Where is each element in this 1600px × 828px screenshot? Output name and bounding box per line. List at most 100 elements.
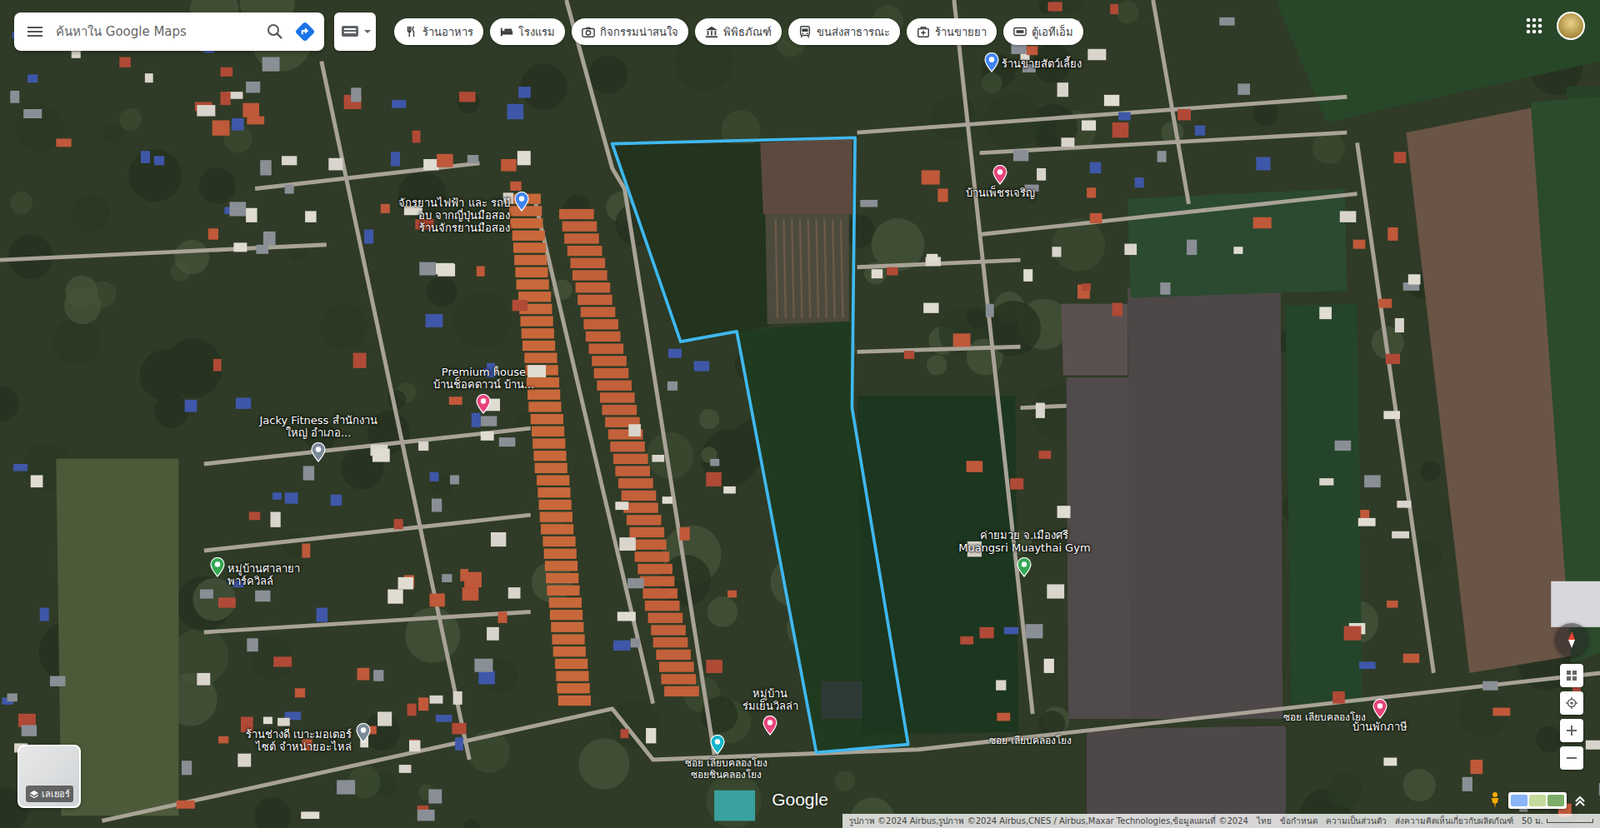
place-label[interactable]: หมู่บ้านร่มเย็นวิลล่า	[742, 687, 799, 713]
place-label[interactable]: ร้านขายสัตว์เลี้ยง	[1001, 57, 1082, 70]
pharmacy-icon	[916, 25, 930, 39]
imagery-thumbnails[interactable]	[1508, 792, 1567, 810]
thumbnail[interactable]	[1529, 795, 1546, 807]
menu-icon	[25, 22, 45, 41]
place-pin-icon	[475, 394, 491, 415]
minus-icon	[1565, 751, 1579, 765]
place-label-line: Premium house	[433, 365, 535, 379]
category-chip[interactable]: โรงแรม	[490, 18, 565, 45]
thumbnail[interactable]	[1510, 795, 1528, 807]
chip-label: ตู้เอทีเอ็ม	[1031, 23, 1074, 41]
place-label-line: Muangsri Muaythai Gym	[958, 541, 1090, 555]
hotel-icon	[500, 25, 514, 39]
scale-bar	[1546, 819, 1594, 824]
top-bar: ร้านอาหาร โรงแรม กิจกรรมน่าสนใจ พิพิธภัณฑ์ ข…	[14, 12, 1084, 51]
place-pin-icon	[992, 165, 1008, 185]
plus-icon	[1565, 724, 1579, 738]
place-label[interactable]: Premium houseบ้านช็อคดาวน์ บ้าน...	[433, 365, 535, 391]
place-label-line: บ้านช็อคดาวน์ บ้าน...	[433, 378, 535, 391]
scale-label: 50 ม.	[1521, 815, 1544, 828]
place-pin-icon	[710, 735, 725, 755]
place-pin-icon	[762, 715, 778, 736]
chip-label: กิจกรรมน่าสนใจ	[600, 23, 679, 41]
my-location-button[interactable]	[1560, 691, 1584, 715]
compass-button[interactable]	[1555, 623, 1589, 657]
place-label-line: จักรยานไฟฟ้า และ รถป๊	[398, 196, 510, 210]
place-pin-icon	[514, 191, 530, 212]
camera-icon	[581, 25, 595, 39]
place-label[interactable]: ค่ายมวย จ.เมืองศรีMuangsri Muaythai Gym	[958, 529, 1090, 555]
place-label-line: Jacky Fitness สำนักงาน	[260, 414, 378, 427]
restaurant-icon	[404, 25, 418, 39]
atm-icon	[1013, 25, 1027, 39]
museum-icon	[705, 25, 719, 39]
attribution-bar: รูปภาพ ©2024 Airbus,รูปภาพ ©2024 Airbus,…	[842, 814, 1600, 828]
layers-label-box: เลเยอร์	[25, 785, 74, 803]
category-chip[interactable]: ตู้เอทีเอ็ม	[1003, 18, 1084, 45]
search-icon	[265, 22, 285, 41]
chip-label: ร้านขายยา	[935, 23, 987, 41]
pegman-icon[interactable]	[1488, 791, 1502, 810]
satellite-map[interactable]	[0, 0, 1600, 828]
road-label: ซอย เลียบคลองโยง	[685, 757, 768, 770]
road-label: ซอย เลียบคลองโยง	[1283, 711, 1366, 724]
footer-link[interactable]: ไทย	[1256, 815, 1272, 828]
category-chip[interactable]: ร้านขายยา	[906, 18, 997, 45]
map-controls	[1555, 623, 1589, 770]
place-label-line: ร้านช่างดี เบาะมอเตอร์	[245, 728, 352, 741]
place-label-line: ค่ายมวย จ.เมืองศรี	[958, 529, 1090, 542]
account-avatar[interactable]	[1556, 11, 1585, 40]
place-label-line: หมู่บ้านศาลายา	[227, 562, 300, 575]
place-label[interactable]: หมู่บ้านศาลายาพาร์ควิลล์	[227, 562, 300, 588]
grid-icon	[1565, 669, 1579, 683]
footer-link[interactable]: ข้อกำหนด	[1280, 815, 1318, 828]
zoom-in-button[interactable]	[1560, 719, 1584, 743]
place-label-line: บ้านเพ็ชรเจริญ	[965, 186, 1035, 200]
footer-link[interactable]: ส่งความคิดเห็นเกี่ยวกับผลิตภัณฑ์	[1395, 815, 1514, 828]
place-label-line: พาร์ควิลล์	[227, 575, 300, 588]
search-input[interactable]	[54, 23, 256, 40]
chip-label: โรงแรม	[518, 23, 555, 41]
google-logo: Google	[771, 790, 829, 810]
place-label[interactable]: ร้านช่างดี เบาะมอเตอร์ไซต์ จำหน่ายอะไหล่	[245, 728, 352, 754]
place-pin-icon	[355, 723, 371, 744]
place-pin-icon	[1372, 699, 1388, 720]
chip-label: ร้านอาหาร	[422, 23, 474, 41]
layers-button[interactable]: เลเยอร์	[17, 745, 81, 809]
zoom-out-button[interactable]	[1560, 746, 1584, 770]
dropdown-icon	[362, 26, 373, 37]
compass-icon	[1561, 630, 1582, 650]
directions-icon	[294, 20, 316, 43]
category-chips: ร้านอาหาร โรงแรม กิจกรรมน่าสนใจ พิพิธภัณฑ์ ข…	[394, 18, 1084, 45]
place-label-line: ไซต์ จำหน่ายอะไหล่	[245, 740, 352, 754]
place-label[interactable]: Jacky Fitness สำนักงานใหญ่ อำเภอ...	[260, 414, 378, 440]
scale[interactable]: 50 ม.	[1521, 815, 1594, 828]
place-label-line: ร้านจักรยานมือสอง	[398, 221, 510, 235]
map-view-toggle[interactable]	[334, 12, 376, 51]
place-label-line: ร้านขายสัตว์เลี้ยง	[1001, 57, 1082, 70]
place-label-line: ร่มเย็นวิลล่า	[742, 700, 799, 713]
category-chip[interactable]: พิพิธภัณฑ์	[695, 18, 782, 45]
layers-icon	[29, 790, 40, 800]
place-label[interactable]: จักรยานไฟฟ้า และ รถป๊อบ จากญี่ปุ่นมือสอง…	[398, 196, 510, 235]
place-label-line: ใหญ่ อำเภอ...	[260, 426, 378, 440]
apps-grid-icon[interactable]	[1525, 16, 1544, 35]
search-box[interactable]	[14, 12, 325, 51]
footer-link[interactable]: ความเป็นส่วนตัว	[1325, 815, 1387, 828]
place-label[interactable]: บ้านพักภาษี	[1352, 720, 1408, 734]
place-label-line: อบ จากญี่ปุ่นมือสอง	[398, 209, 510, 222]
category-chip[interactable]: ขนส่งสาธารณะ	[788, 18, 900, 45]
place-label-line: บ้านพักภาษี	[1352, 720, 1408, 734]
place-pin-icon	[210, 557, 225, 578]
bottom-controls	[1488, 791, 1587, 810]
place-pin-icon	[310, 442, 326, 463]
expand-icon[interactable]	[1573, 793, 1587, 809]
location-icon	[1565, 696, 1579, 710]
tilt-button[interactable]	[1560, 664, 1584, 688]
category-chip[interactable]: กิจกรรมน่าสนใจ	[571, 18, 689, 45]
thumbnail[interactable]	[1547, 795, 1565, 807]
place-label[interactable]: บ้านเพ็ชรเจริญ	[965, 186, 1035, 200]
category-chip[interactable]: ร้านอาหาร	[394, 18, 484, 45]
chip-label: ขนส่งสาธารณะ	[816, 23, 890, 41]
keyboard-icon	[340, 22, 360, 41]
